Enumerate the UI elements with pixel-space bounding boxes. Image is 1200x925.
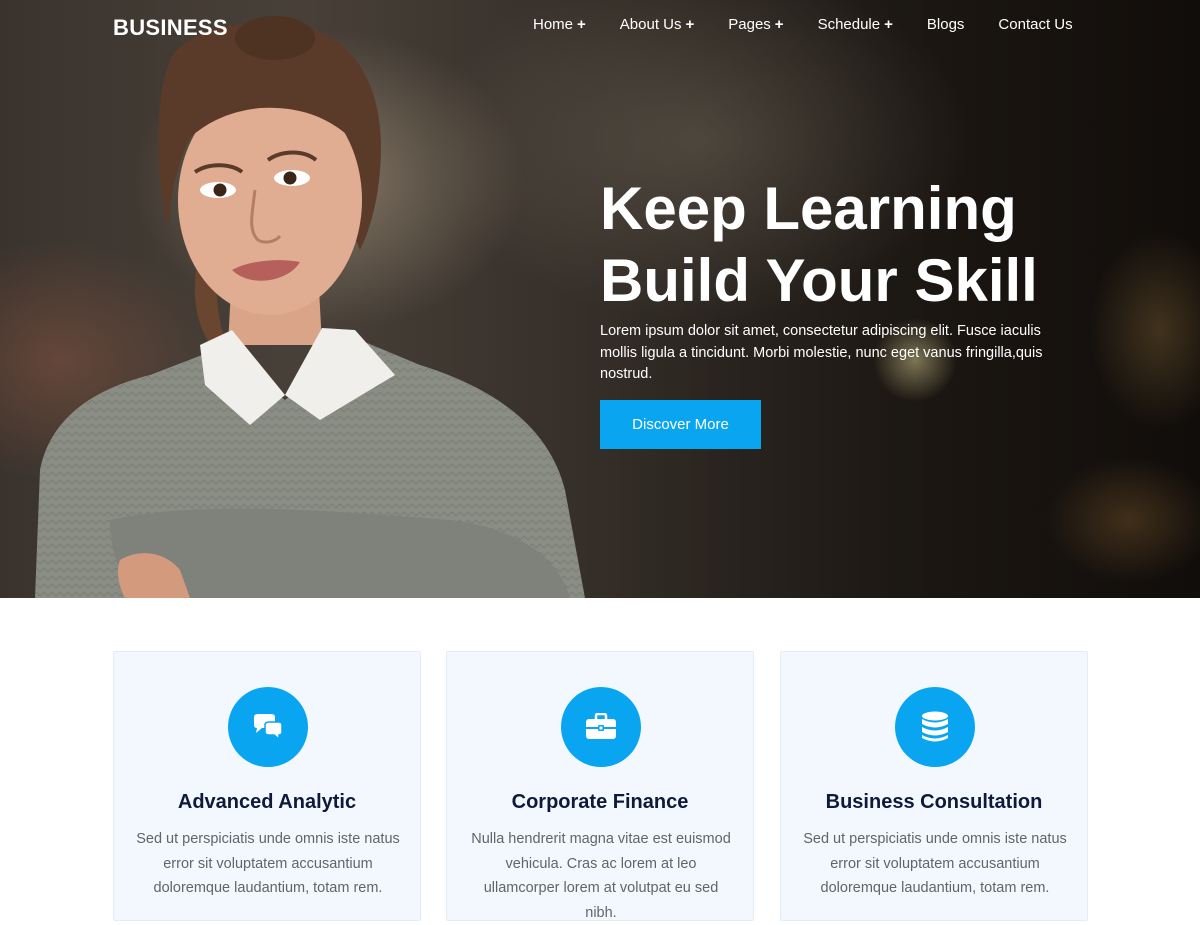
nav-item-label: Pages [728,16,771,33]
top-navbar: BUSINESS Home + About Us + Pages + Sched… [0,0,1200,52]
site-logo[interactable]: BUSINESS [113,15,228,41]
service-title: Advanced Analytic [177,791,357,813]
nav-item-blogs[interactable]: Blogs [927,16,965,33]
briefcase-icon [561,687,641,767]
hero-title-line-2: Build Your Skill [600,247,1038,314]
plus-icon: + [774,16,784,33]
plus-icon: + [577,16,586,33]
nav-item-label: Blogs [926,16,965,33]
services-section: Advanced Analytic Sed ut perspiciatis un… [0,598,1200,921]
nav-item-about-us[interactable]: About Us + [620,16,694,33]
hero-section: BUSINESS Home + About Us + Pages + Sched… [0,0,1200,598]
service-description: Sed ut perspiciatis unde omnis iste natu… [803,831,1067,896]
discover-more-button[interactable]: Discover More [600,400,761,449]
nav-item-label: About Us [619,16,682,33]
hero-title: Keep Learning Build Your Skill [600,173,1038,317]
hero-person-image [35,16,585,598]
hero-description: Lorem ipsum dolor sit amet, consectetur … [600,323,1043,382]
plus-icon: + [884,16,893,33]
main-nav: Home + About Us + Pages + Schedule + Blo… [533,16,1073,33]
nav-item-label: Contact Us [998,16,1073,33]
nav-item-schedule[interactable]: Schedule + [818,16,893,33]
database-icon [895,687,975,767]
service-title: Corporate Finance [511,791,689,813]
service-title: Business Consultation [825,791,1043,813]
nav-item-pages[interactable]: Pages + [728,16,783,33]
service-card-business-consultation[interactable]: Business Consultation Sed ut perspiciati… [780,651,1088,921]
service-description: Nulla hendrerit magna vitae est euismod … [471,831,731,921]
comments-icon [228,687,308,767]
service-description: Sed ut perspiciatis unde omnis iste natu… [136,831,400,896]
nav-item-contact-us[interactable]: Contact Us [998,16,1072,33]
service-card-advanced-analytic[interactable]: Advanced Analytic Sed ut perspiciatis un… [113,651,421,921]
plus-icon: + [685,16,695,33]
hero-title-line-1: Keep Learning [600,175,1017,242]
service-card-corporate-finance[interactable]: Corporate Finance Nulla hendrerit magna … [446,651,754,921]
nav-item-label: Schedule [817,16,881,33]
nav-item-label: Home [533,16,574,33]
nav-item-home[interactable]: Home + [533,16,586,33]
